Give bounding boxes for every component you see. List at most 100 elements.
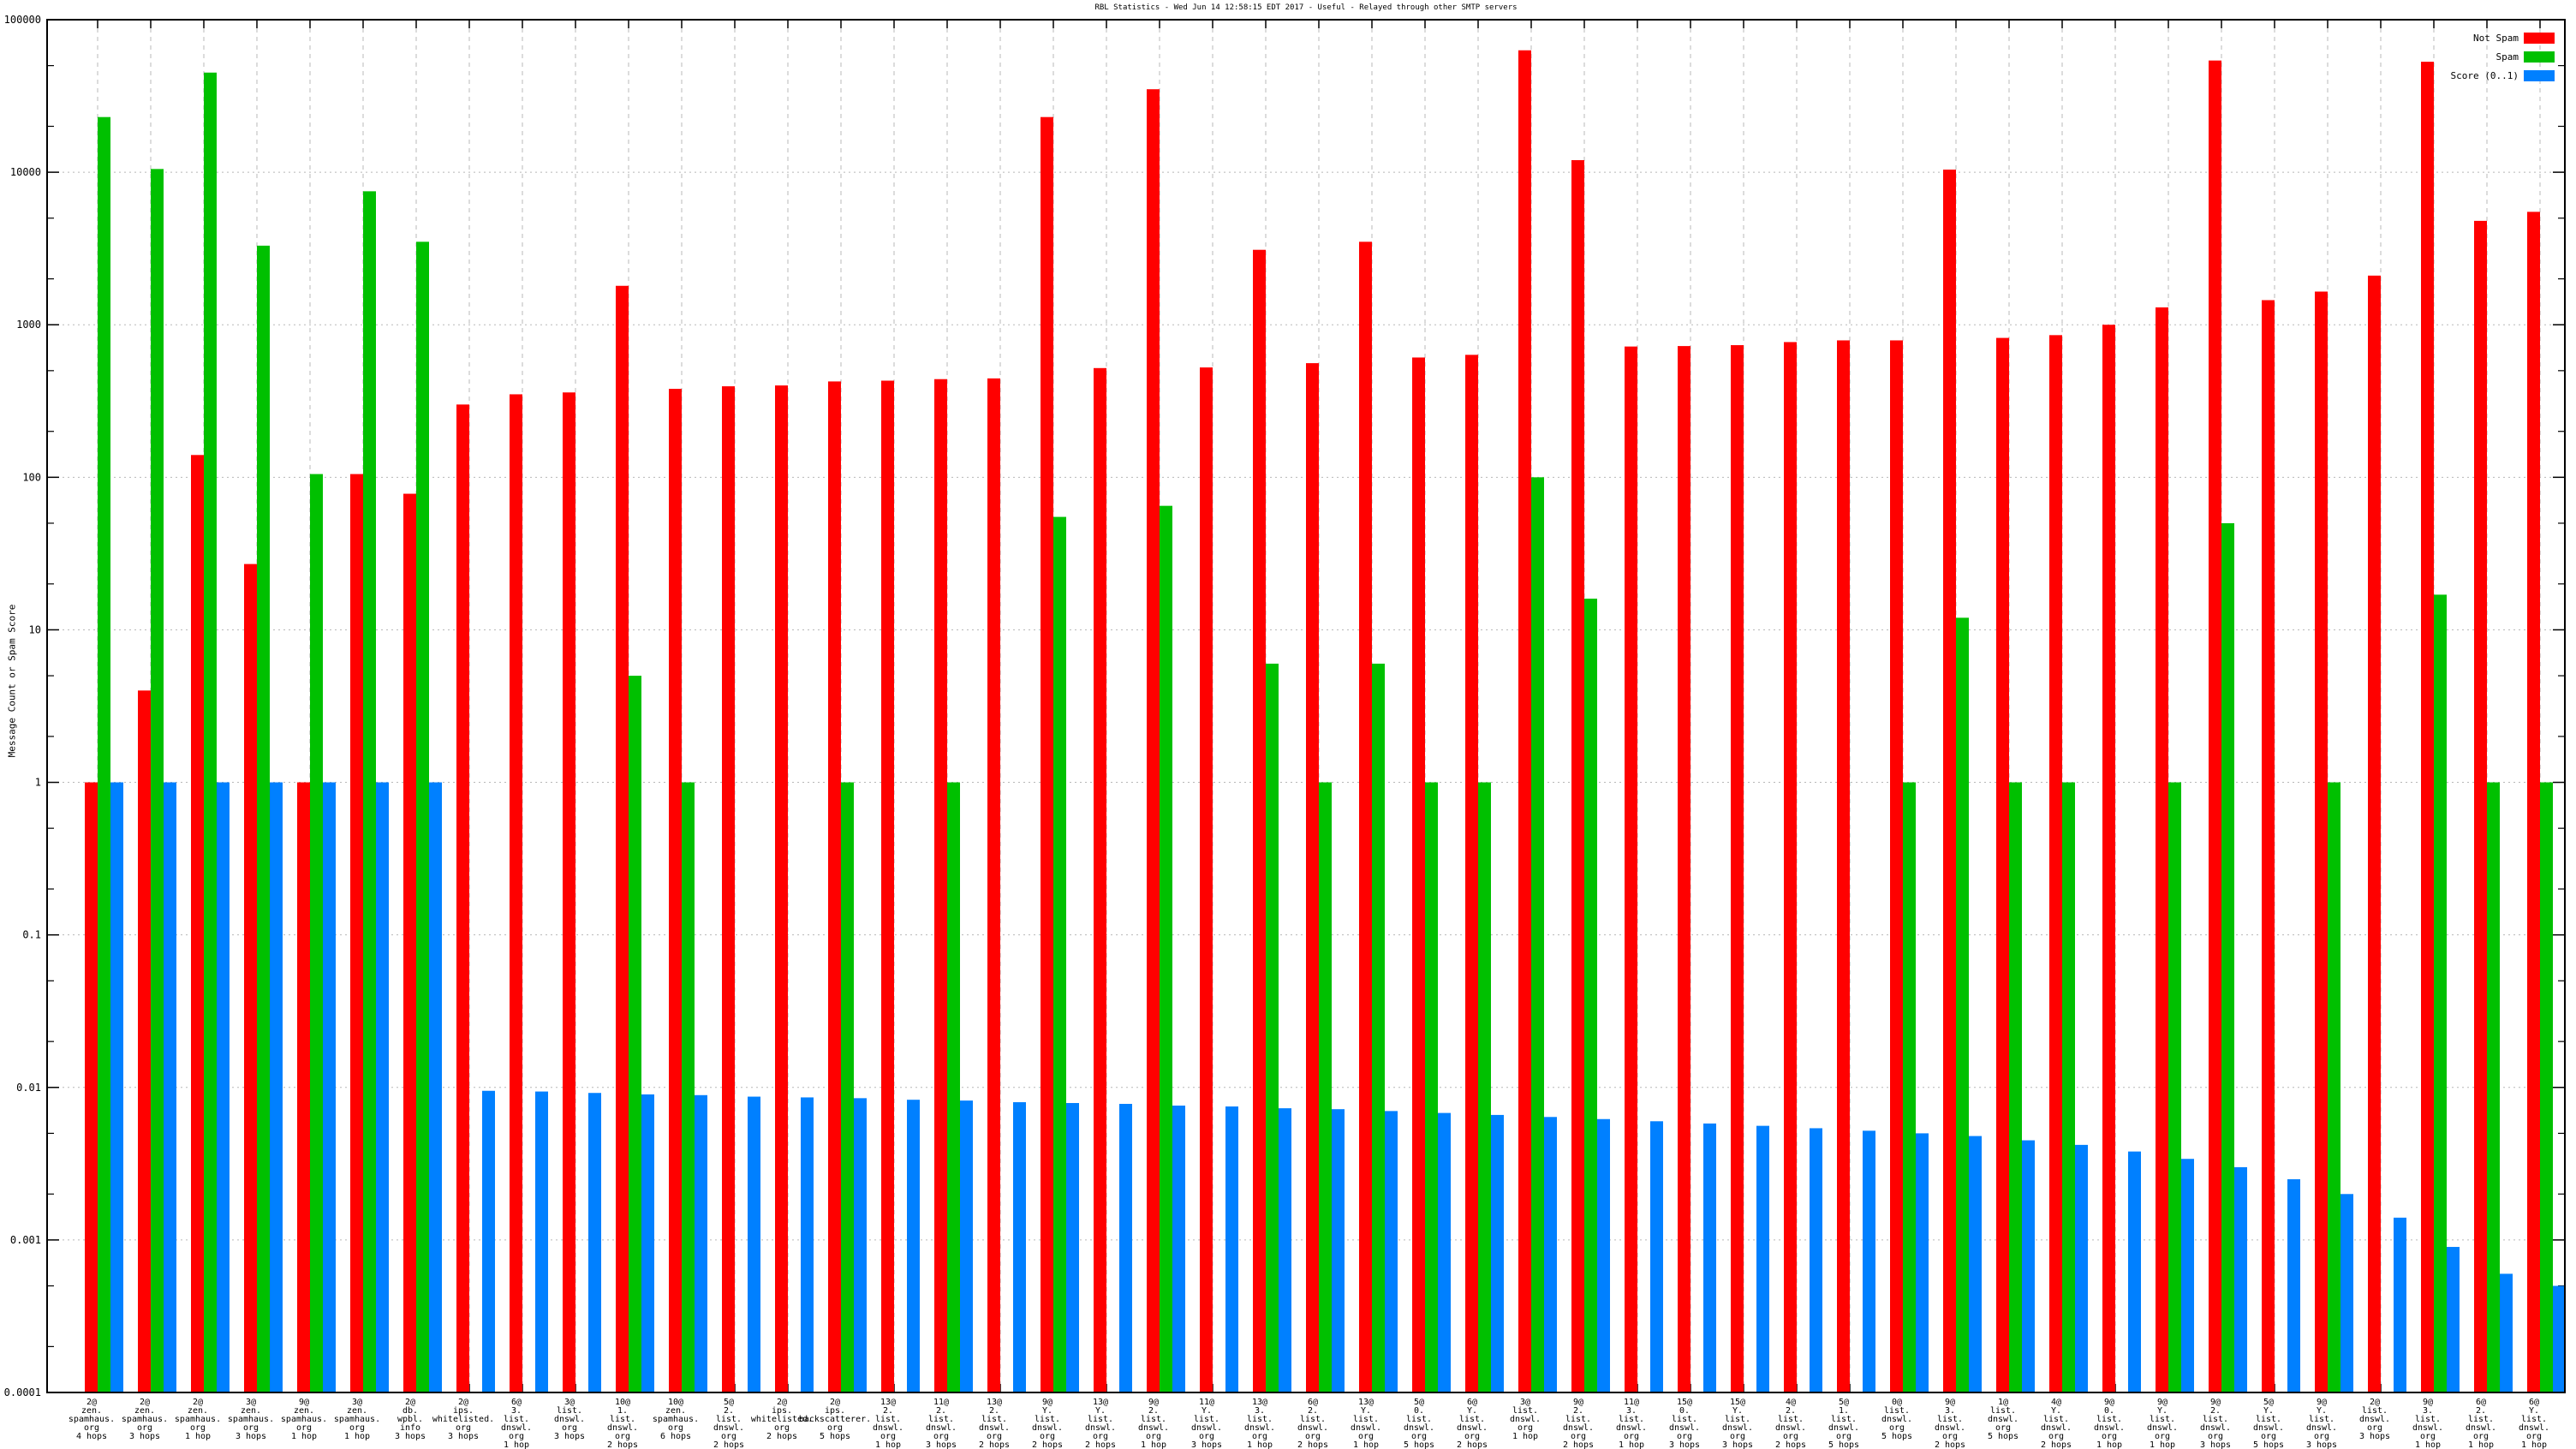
bar-score-0-1-29 [1597, 1119, 1610, 1392]
x-category-label: 2 hops [1457, 1440, 1488, 1449]
bar-not-spam-39 [2102, 325, 2115, 1392]
bar-not-spam-18 [987, 379, 1000, 1392]
chart-title: RBL Statistics - Wed Jun 14 12:58:15 EDT… [47, 3, 2565, 12]
x-category-label: 3 hops [1191, 1440, 1222, 1449]
y-tick-label: 100000 [4, 14, 41, 26]
legend-label-spam: Spam [2496, 51, 2519, 63]
bar-not-spam-5 [297, 783, 310, 1392]
legend-label-not-spam: Not Spam [2473, 33, 2519, 44]
bar-spam-1 [98, 117, 110, 1392]
bar-spam-19 [1053, 517, 1066, 1392]
bar-score-0-1-44 [2394, 1218, 2406, 1392]
bar-spam-12 [682, 783, 695, 1392]
bar-score-0-1-20 [1119, 1104, 1132, 1392]
bar-not-spam-8 [456, 404, 469, 1392]
bar-spam-36 [1956, 617, 1969, 1392]
x-category-label: 2 hops [979, 1440, 1010, 1449]
bar-not-spam-32 [1731, 345, 1744, 1392]
x-category-label: 1 hop [2468, 1440, 2494, 1449]
bar-spam-25 [1372, 664, 1385, 1392]
bar-not-spam-40 [2156, 307, 2168, 1392]
bar-spam-11 [629, 676, 641, 1392]
x-category-label: 3 hops [129, 1432, 160, 1441]
bar-score-0-1-47 [2553, 1286, 2566, 1392]
x-category-label: 4 hops [76, 1432, 107, 1441]
bar-score-0-1-37 [2022, 1141, 2035, 1392]
bar-score-0-1-45 [2447, 1247, 2460, 1392]
x-category-label: 5 hops [1988, 1432, 2018, 1441]
x-category-label: 2 hops [1935, 1440, 1965, 1449]
x-category-label: 2 hops [2041, 1440, 2072, 1449]
rbl-statistics-chart: 1000001000010001001010.10.010.0010.00012… [0, 0, 2576, 1449]
bar-not-spam-21 [1147, 89, 1160, 1392]
bar-not-spam-46 [2474, 221, 2487, 1392]
x-category-label: 1 hop [291, 1432, 317, 1441]
bar-not-spam-29 [1571, 160, 1584, 1392]
bar-not-spam-13 [722, 386, 735, 1392]
x-category-label: 1 hop [2415, 1440, 2441, 1449]
y-tick-label: 1000 [16, 319, 41, 331]
x-category-label: 3 hops [395, 1432, 426, 1441]
bar-spam-15 [841, 783, 854, 1392]
x-category-label: 2 hops [607, 1440, 638, 1449]
x-category-label: 3 hops [1669, 1440, 1700, 1449]
bar-not-spam-17 [934, 379, 947, 1392]
bar-score-0-1-41 [2234, 1167, 2247, 1392]
plot-canvas: 1000001000010001001010.10.010.0010.00012… [0, 0, 2576, 1449]
y-tick-label: 0.0001 [4, 1386, 41, 1398]
x-category-label: 1 hop [1141, 1440, 1166, 1449]
bar-spam-37 [2009, 783, 2022, 1392]
bar-spam-28 [1531, 477, 1544, 1392]
bar-score-0-1-19 [1066, 1103, 1079, 1392]
bar-not-spam-43 [2315, 291, 2328, 1392]
x-category-label: 5 hops [1828, 1440, 1859, 1449]
bar-not-spam-3 [191, 455, 204, 1392]
bar-spam-3 [204, 73, 217, 1392]
bar-not-spam-16 [881, 381, 894, 1392]
x-category-label: 1 hop [1619, 1440, 1644, 1449]
bar-score-0-1-25 [1385, 1111, 1398, 1392]
x-category-label: 2 hops [1563, 1440, 1594, 1449]
bar-spam-6 [363, 191, 376, 1392]
bar-not-spam-24 [1306, 363, 1319, 1392]
bar-score-0-1-14 [801, 1097, 814, 1392]
bar-score-0-1-10 [588, 1093, 601, 1392]
bar-not-spam-42 [2262, 300, 2275, 1392]
y-tick-label: 10000 [10, 166, 41, 178]
bar-not-spam-20 [1094, 368, 1106, 1392]
x-category-label: 3 hops [236, 1432, 266, 1441]
bar-score-0-1-24 [1332, 1109, 1345, 1392]
bar-score-0-1-42 [2287, 1179, 2300, 1392]
bar-score-0-1-43 [2340, 1194, 2353, 1392]
bar-spam-21 [1160, 506, 1172, 1392]
x-category-label: 3 hops [2359, 1432, 2390, 1441]
bar-not-spam-38 [2049, 335, 2062, 1392]
bar-score-0-1-17 [960, 1100, 973, 1392]
bar-not-spam-7 [403, 494, 416, 1392]
bar-spam-2 [151, 169, 164, 1392]
x-category-label: 5 hops [1881, 1432, 1912, 1441]
bar-not-spam-45 [2421, 62, 2434, 1392]
bar-score-0-1-11 [641, 1094, 654, 1392]
bar-score-0-1-7 [429, 783, 442, 1392]
legend-label-score: Score (0..1) [2451, 70, 2519, 81]
bar-not-spam-47 [2527, 212, 2540, 1392]
y-tick-label: 0.001 [10, 1234, 41, 1246]
bar-spam-35 [1903, 783, 1916, 1392]
bar-not-spam-4 [244, 564, 257, 1392]
x-category-label: 3 hops [2306, 1440, 2337, 1449]
bar-not-spam-28 [1518, 51, 1531, 1392]
y-tick-label: 10 [29, 623, 41, 635]
y-tick-label: 0.1 [22, 929, 41, 941]
x-category-label: 1 hop [2150, 1440, 2175, 1449]
bar-score-0-1-13 [748, 1097, 760, 1392]
bar-score-0-1-8 [482, 1091, 495, 1392]
legend-row-score: Score (0..1) [2451, 70, 2555, 81]
x-category-label: 3 hops [1722, 1440, 1753, 1449]
bar-score-0-1-16 [907, 1100, 920, 1392]
legend-swatch-spam [2524, 51, 2555, 63]
bar-not-spam-27 [1465, 355, 1478, 1392]
bar-spam-23 [1266, 664, 1279, 1392]
bar-not-spam-26 [1412, 357, 1425, 1392]
bar-score-0-1-33 [1810, 1128, 1822, 1392]
